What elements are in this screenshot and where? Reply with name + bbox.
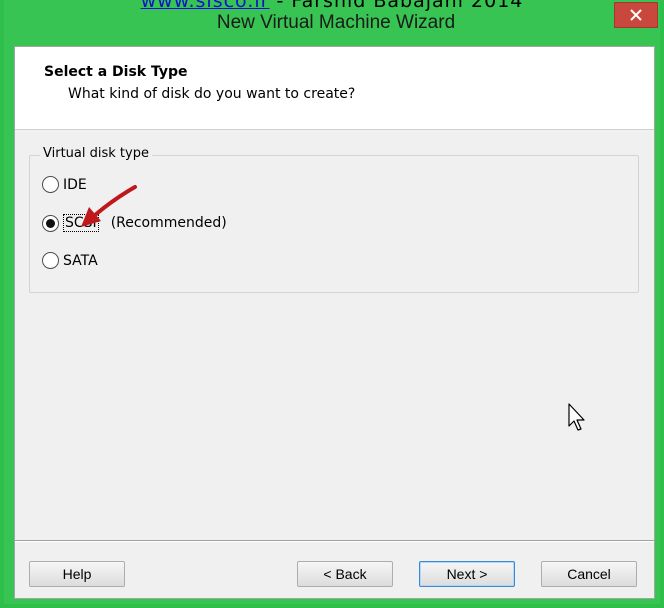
radio-ide-button[interactable] <box>42 176 59 193</box>
cancel-button[interactable]: Cancel <box>541 561 637 587</box>
wizard-header: Select a Disk Type What kind of disk do … <box>15 47 654 130</box>
back-button[interactable]: < Back <box>297 561 393 587</box>
footer-divider <box>15 540 654 541</box>
watermark-link[interactable]: www.sisco.ir <box>141 0 270 12</box>
radio-sata-label: SATA <box>63 252 98 269</box>
wizard-window: New Virtual Machine Wizard Select a Disk… <box>0 0 664 608</box>
radio-sata-button[interactable] <box>42 252 59 269</box>
radio-sata[interactable]: SATA <box>42 252 98 269</box>
red-arrow-annotation <box>81 185 137 227</box>
next-button[interactable]: Next > <box>419 561 515 587</box>
wizard-footer: Help < Back Next > Cancel <box>15 540 654 598</box>
window-title: New Virtual Machine Wizard <box>216 12 456 33</box>
watermark-caption: www.sisco.ir - Farshid Babajani 2014 <box>0 0 664 14</box>
radio-scsi-button[interactable] <box>42 214 59 232</box>
page-subtitle: What kind of disk do you want to create? <box>68 86 356 102</box>
help-button[interactable]: Help <box>29 561 125 587</box>
radio-selected-dot <box>46 218 55 228</box>
watermark-author: Farshid Babajani 2014 <box>291 0 524 12</box>
mouse-pointer-icon <box>568 403 585 431</box>
watermark-separator: - <box>269 0 292 12</box>
page-title: Select a Disk Type <box>44 64 188 80</box>
group-legend: Virtual disk type <box>40 146 152 161</box>
wizard-content: Select a Disk Type What kind of disk do … <box>14 46 655 599</box>
